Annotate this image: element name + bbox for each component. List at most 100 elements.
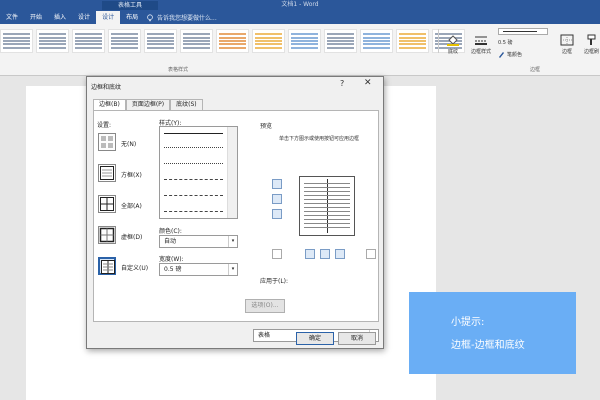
apply-to-label: 应用于(L): [260,278,289,285]
tab-table-design[interactable]: 设计 [96,11,121,24]
table-style-thumbnail[interactable] [180,29,213,53]
tab-borders[interactable]: 边框(B) [93,99,126,110]
ribbon-tabs: 文件 开始 插入 设计 设计 布局 [0,11,144,24]
tip-text: 边框-边框和底纹 [451,340,525,351]
preview-label: 预览 [260,123,273,130]
tab-design[interactable]: 设计 [72,11,96,24]
table-style-thumbnail[interactable] [252,29,285,53]
table-style-thumbnail[interactable] [36,29,69,53]
group-label-borders: 边框 [530,67,541,73]
pen-color-button[interactable]: 笔颜色 [498,51,522,58]
setting-grid-label: 虚框(D) [121,234,143,241]
line-style-dotted[interactable] [164,147,223,148]
tell-me-box[interactable]: 告诉我您想要做什么... [146,12,217,23]
close-button[interactable]: ✕ [364,78,372,88]
setting-custom[interactable] [98,257,116,275]
top-border-button[interactable] [272,179,282,189]
ok-button[interactable]: 确定 [296,332,334,345]
setting-all-icon [100,197,114,211]
tab-page-border[interactable]: 页面边框(P) [125,99,171,110]
ribbon: 表格样式 底纹 边框样式 0.5 磅 笔颜色 边框 边框刷 边框 [0,24,600,76]
tab-insert[interactable]: 插入 [48,11,72,24]
left-border-button[interactable] [305,249,315,259]
color-label: 颜色(C): [159,228,182,235]
table-style-gallery [0,29,465,53]
borders-icon [560,34,574,46]
shading-label: 底纹 [447,49,458,55]
shading-button[interactable]: 底纹 [446,34,460,55]
tab-shading[interactable]: 底纹(S) [170,99,203,110]
pen-color-label: 笔颜色 [507,52,523,58]
setting-all[interactable] [98,195,116,213]
pen-icon [499,52,504,58]
preview-instructions: 单击下方图示或使用按钮可应用边框 [279,136,360,142]
lightbulb-icon [147,13,153,21]
setting-box[interactable] [98,164,116,182]
table-style-thumbnail[interactable] [324,29,357,53]
line-style-dashed[interactable] [164,179,223,180]
dialog-tabs: 边框(B) 页面边框(P) 底纹(S) [93,99,203,110]
right-border-button[interactable] [335,249,345,259]
setting-none[interactable] [98,133,116,151]
border-painter-label: 边框刷 [584,49,600,55]
options-button[interactable]: 选项(O)... [245,299,285,313]
width-dropdown[interactable]: 0.5 磅 ▾ [159,263,238,276]
setting-grid[interactable] [98,226,116,244]
dialog-title: 边框和底纹 [91,84,122,91]
border-styles-button[interactable]: 边框样式 [471,34,491,55]
tab-table-layout[interactable]: 布局 [120,11,144,24]
line-style-small-dot[interactable] [164,163,223,164]
setting-label: 设置: [97,122,112,129]
border-painter-button[interactable]: 边框刷 [584,34,599,55]
borders-shading-dialog: 边框和底纹 ? ✕ 边框(B) 页面边框(P) 底纹(S) 设置: 无(N) 方… [86,76,384,349]
help-button[interactable]: ? [340,79,344,88]
paint-bucket-icon [447,35,459,46]
setting-box-icon [100,166,114,180]
table-style-thumbnail[interactable] [360,29,393,53]
color-dropdown[interactable]: 自动 ▾ [159,235,238,248]
tell-me-text: 告诉我您想要做什么... [157,15,217,22]
line-weight-value: 0.5 磅 [498,40,513,46]
border-styles-label: 边框样式 [471,49,492,55]
group-label-table-styles: 表格样式 [168,67,189,73]
border-painter-icon [587,34,595,45]
title-bar: 表格工具 文档1 - Word 文件 开始 插入 设计 设计 布局 告诉我您想要… [0,0,600,24]
line-style-dropdown[interactable] [498,28,548,35]
tip-banner: 小提示: 边框-边框和底纹 [409,292,576,374]
table-style-thumbnail[interactable] [108,29,141,53]
inside-vertical-border-button[interactable] [320,249,330,259]
diagonal-down-border-button[interactable] [272,249,282,259]
table-style-thumbnail[interactable] [0,29,33,53]
table-style-thumbnail[interactable] [396,29,429,53]
inside-horizontal-border-button[interactable] [272,194,282,204]
setting-custom-label: 自定义(U) [121,265,149,272]
setting-box-label: 方框(X) [121,172,142,179]
line-style-dash-dot[interactable] [164,211,223,212]
table-style-thumbnail[interactable] [216,29,249,53]
borders-button[interactable]: 边框 [560,34,574,55]
table-style-thumbnail[interactable] [144,29,177,53]
preview-area: 预览 单击下方图示或使用按钮可应用边框 应用于(L): [260,121,378,321]
borders-label: 边框 [561,49,572,55]
bottom-border-button[interactable] [272,209,282,219]
tab-home[interactable]: 开始 [24,11,48,24]
line-style-solid[interactable] [164,133,223,134]
diagonal-up-border-button[interactable] [366,249,376,259]
cancel-button[interactable]: 取消 [338,332,376,345]
line-weight-dropdown[interactable]: 0.5 磅 [498,39,513,46]
preview-diagram[interactable] [299,176,355,236]
line-style-list[interactable] [159,126,238,219]
color-value: 自动 [164,238,177,245]
chevron-down-icon: ▾ [228,236,237,247]
setting-all-label: 全部(A) [121,203,142,210]
table-style-thumbnail[interactable] [72,29,105,53]
border-styles-icon [475,36,487,45]
table-style-thumbnail[interactable] [288,29,321,53]
style-list-scrollbar[interactable] [227,127,237,218]
chevron-down-icon: ▾ [228,264,237,275]
document-title: 文档1 - Word [281,1,319,8]
dialog-body: 设置: 无(N) 方框(X) 全部(A) 虚框(D) 自定义(U) 样式(Y): [93,110,379,322]
line-style-long-dash[interactable] [164,195,223,196]
tab-file[interactable]: 文件 [0,11,24,24]
setting-none-label: 无(N) [121,141,137,148]
